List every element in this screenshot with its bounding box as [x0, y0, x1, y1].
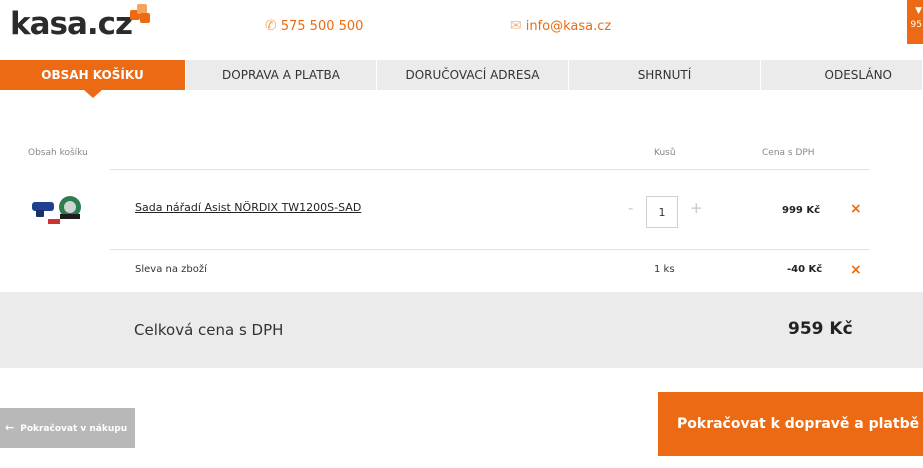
quantity-increase-button[interactable]: +: [690, 199, 703, 217]
email-address: info@kasa.cz: [525, 18, 612, 34]
remove-discount-button[interactable]: ×: [850, 262, 862, 278]
item-price: 999 Kč: [782, 205, 821, 216]
column-header-price: Cena s DPH: [762, 148, 815, 158]
product-name-link[interactable]: Sada nářadí Asist NÖRDIX TW1200S-SAD: [135, 201, 361, 214]
cart-amount: 95: [910, 20, 922, 30]
continue-shopping-button[interactable]: ← Pokračovat v nákupu: [0, 408, 135, 448]
cart-item-row: Sada nářadí Asist NÖRDIX TW1200S-SAD - +…: [0, 170, 923, 250]
continue-shopping-label: Pokračovat v nákupu: [20, 424, 128, 434]
discount-price: -40 Kč: [787, 264, 823, 275]
cart-button[interactable]: ▼ 95: [907, 0, 923, 44]
phone-icon: ✆: [265, 18, 277, 34]
discount-name: Sleva na zboží: [135, 264, 207, 275]
arrow-left-icon: ←: [5, 421, 15, 434]
discount-quantity: 1 ks: [654, 264, 675, 275]
step-shipping-payment[interactable]: DOPRAVA A PLATBA: [186, 60, 377, 90]
header: kasa.cz ✆ 575 500 500 ✉ info@kasa.cz ▼ 9…: [0, 0, 923, 60]
discount-row: Sleva na zboží 1 ks -40 Kč ×: [0, 250, 923, 292]
continue-to-shipping-label: Pokračovat k dopravě a platbě: [677, 416, 920, 432]
logo-cubes-icon: [130, 4, 152, 26]
continue-to-shipping-button[interactable]: Pokračovat k dopravě a platbě→: [658, 392, 923, 456]
remove-item-button[interactable]: ×: [850, 201, 862, 217]
column-header-name: Obsah košíku: [28, 148, 88, 158]
quantity-decrease-button[interactable]: -: [628, 199, 633, 217]
logo[interactable]: kasa.cz: [10, 6, 133, 42]
total-label: Celková cena s DPH: [134, 321, 284, 339]
step-delivery-address[interactable]: DORUČOVACÍ ADRESA: [377, 60, 569, 90]
checkout-steps: OBSAH KOŠÍKU DOPRAVA A PLATBA DORUČOVACÍ…: [0, 60, 923, 98]
phone-contact[interactable]: ✆ 575 500 500: [265, 18, 363, 34]
column-header-qty: Kusů: [654, 148, 676, 158]
email-contact[interactable]: ✉ info@kasa.cz: [510, 18, 611, 34]
cart-icon: ▼: [915, 6, 922, 16]
step-cart-contents[interactable]: OBSAH KOŠÍKU: [0, 60, 186, 98]
step-sent[interactable]: ODESLÁNO: [761, 60, 923, 90]
product-image[interactable]: [30, 192, 86, 226]
total-bar: Celková cena s DPH 959 Kč: [0, 292, 923, 368]
phone-number: 575 500 500: [280, 18, 364, 34]
total-value: 959 Kč: [788, 319, 853, 339]
step-summary[interactable]: SHRNUTÍ: [569, 60, 761, 90]
envelope-icon: ✉: [510, 18, 522, 34]
quantity-input[interactable]: [646, 196, 678, 228]
